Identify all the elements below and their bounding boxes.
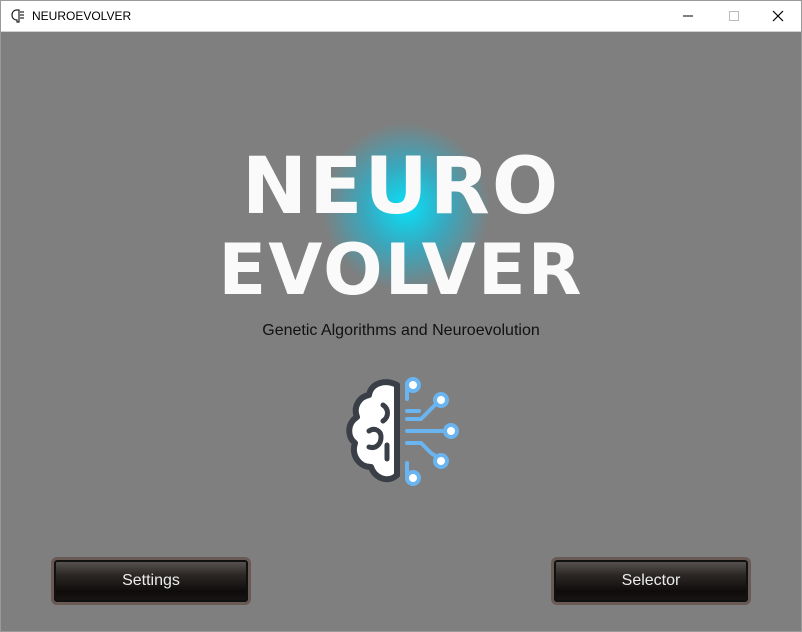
- brain-circuit-icon: [346, 377, 459, 486]
- maximize-icon: [729, 11, 739, 21]
- close-button[interactable]: [755, 1, 801, 31]
- logo-title-line1: NEURO: [241, 142, 561, 232]
- settings-button[interactable]: Settings: [51, 557, 251, 605]
- minimize-icon: [683, 15, 693, 17]
- selector-button[interactable]: Selector: [551, 557, 751, 605]
- logo-title-line2: EVOLVER: [218, 229, 584, 311]
- title-bar[interactable]: NEUROEVOLVER: [1, 1, 801, 32]
- maximize-button[interactable]: [711, 1, 757, 31]
- main-panel: NEURO EVOLVER Genetic Algorithms and Neu…: [1, 32, 801, 631]
- app-icon: [11, 9, 24, 23]
- close-icon: [772, 10, 784, 22]
- subtitle: Genetic Algorithms and Neuroevolution: [262, 322, 540, 339]
- window-title: NEUROEVOLVER: [32, 9, 132, 23]
- app-window: NEUROEVOLVER NEURO EVOLVER Genetic Algor…: [0, 0, 802, 632]
- minimize-button[interactable]: [665, 1, 711, 31]
